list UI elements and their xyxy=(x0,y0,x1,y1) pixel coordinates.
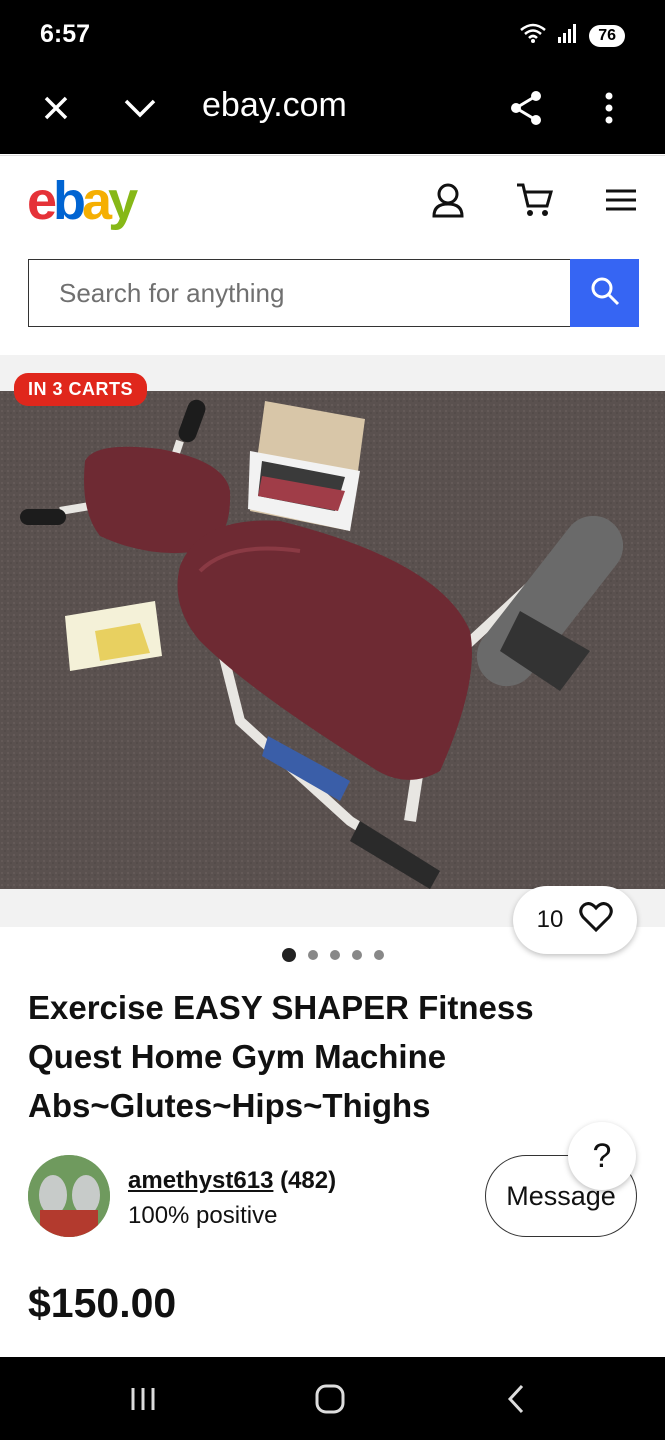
more-options-icon[interactable] xyxy=(589,88,629,128)
image-pagination xyxy=(0,948,665,962)
chevron-down-icon[interactable] xyxy=(120,88,160,128)
seller-positive: 100% positive xyxy=(128,1202,278,1229)
seller-avatar[interactable] xyxy=(28,1155,110,1237)
account-icon[interactable] xyxy=(428,180,468,220)
battery-indicator: 76 xyxy=(589,24,625,47)
watch-count: 10 xyxy=(536,906,564,933)
listing-title: Exercise EASY SHAPER Fitness Quest Home … xyxy=(28,989,534,1124)
pagination-dot[interactable] xyxy=(351,950,362,960)
status-icons: 76 xyxy=(519,22,625,49)
url-bar[interactable]: ebay.com xyxy=(202,86,347,125)
ebay-logo[interactable]: ebay xyxy=(27,170,138,232)
wifi-icon xyxy=(519,22,547,49)
cart-icon[interactable] xyxy=(514,180,554,220)
menu-icon[interactable] xyxy=(601,180,641,220)
search-button[interactable] xyxy=(570,259,639,327)
seller-name[interactable]: amethyst613 (482) xyxy=(128,1167,336,1195)
price: $150.00 xyxy=(28,1280,177,1326)
home-icon[interactable] xyxy=(310,1379,350,1419)
pagination-dot[interactable] xyxy=(329,950,340,960)
recent-apps-icon[interactable] xyxy=(123,1379,163,1419)
watch-button[interactable]: 10 xyxy=(513,886,637,954)
pagination-dot[interactable] xyxy=(281,948,296,962)
heart-icon xyxy=(579,901,614,939)
share-icon[interactable] xyxy=(506,88,546,128)
signal-icon xyxy=(557,23,579,48)
browser-toolbar: ebay.com xyxy=(0,70,665,154)
search-field[interactable] xyxy=(28,259,570,327)
product-image[interactable] xyxy=(0,391,665,889)
status-time: 6:57 xyxy=(40,20,91,48)
search-input[interactable] xyxy=(29,260,570,326)
site-header: ebay xyxy=(0,155,665,355)
in-carts-badge: IN 3 CARTS xyxy=(14,373,148,406)
help-button[interactable]: ? xyxy=(568,1122,636,1190)
back-icon[interactable] xyxy=(496,1379,536,1419)
pagination-dot[interactable] xyxy=(373,950,384,960)
search-icon xyxy=(590,276,620,311)
close-tab-icon[interactable] xyxy=(36,88,76,128)
pagination-dot[interactable] xyxy=(307,950,318,960)
status-bar: 6:57 76 xyxy=(0,0,665,70)
system-nav-bar xyxy=(0,1357,665,1440)
image-gallery[interactable]: IN 3 CARTS xyxy=(0,355,665,927)
